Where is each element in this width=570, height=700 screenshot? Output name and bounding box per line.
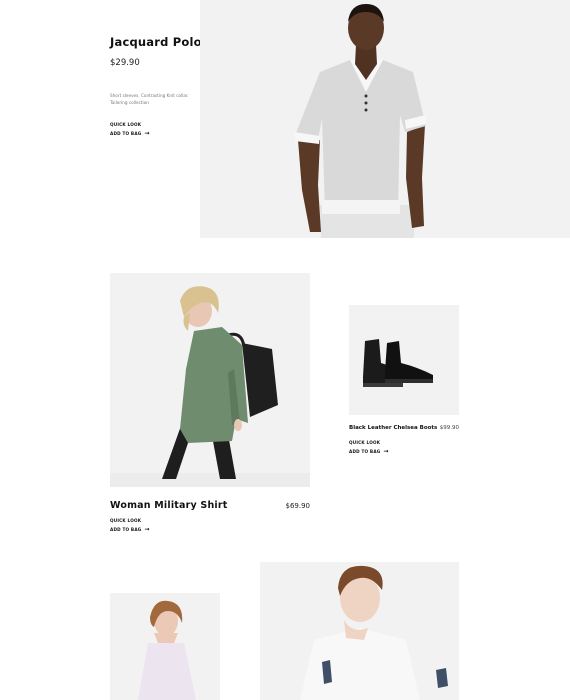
add-to-bag-link[interactable]: Add to bag → bbox=[349, 447, 389, 455]
product-military-actions: Quick look Add to bag → bbox=[110, 518, 150, 532]
product-price: $99.90 bbox=[439, 425, 459, 431]
quick-look-link[interactable]: Quick look bbox=[349, 440, 389, 445]
arrow-right-icon: → bbox=[383, 447, 389, 455]
military-model-illustration bbox=[110, 273, 310, 487]
product-title[interactable]: Black Leather Chelsea Boots bbox=[349, 425, 437, 431]
polo-model-illustration bbox=[200, 0, 570, 238]
boots-illustration bbox=[349, 305, 459, 415]
product-price: $69.90 bbox=[285, 502, 311, 510]
add-to-bag-label: Add to bag bbox=[110, 131, 142, 136]
product-image-boots[interactable] bbox=[349, 305, 459, 415]
product-image-man-shirt[interactable] bbox=[260, 562, 459, 700]
product-military-header: Woman Military Shirt $69.90 bbox=[110, 500, 310, 511]
man-shirt-illustration bbox=[260, 562, 459, 700]
quick-look-label: Quick look bbox=[110, 122, 142, 127]
quick-look-link[interactable]: Quick look bbox=[110, 518, 150, 523]
woman-blouse-illustration bbox=[110, 593, 220, 700]
product-title[interactable]: Woman Military Shirt bbox=[110, 500, 228, 511]
arrow-right-icon: → bbox=[144, 129, 150, 137]
quick-look-label: Quick look bbox=[349, 440, 381, 445]
product-boots-header: Black Leather Chelsea Boots $99.90 bbox=[349, 425, 459, 431]
add-to-bag-label: Add to bag bbox=[110, 527, 142, 532]
product-image-military[interactable] bbox=[110, 273, 310, 487]
product-image-polo[interactable] bbox=[200, 0, 570, 238]
quick-look-label: Quick look bbox=[110, 518, 142, 523]
arrow-right-icon: → bbox=[144, 525, 150, 533]
product-boots-actions: Quick look Add to bag → bbox=[349, 440, 389, 454]
product-image-woman-blouse[interactable] bbox=[110, 593, 220, 700]
add-to-bag-link[interactable]: Add to bag → bbox=[110, 525, 150, 533]
add-to-bag-label: Add to bag bbox=[349, 449, 381, 454]
